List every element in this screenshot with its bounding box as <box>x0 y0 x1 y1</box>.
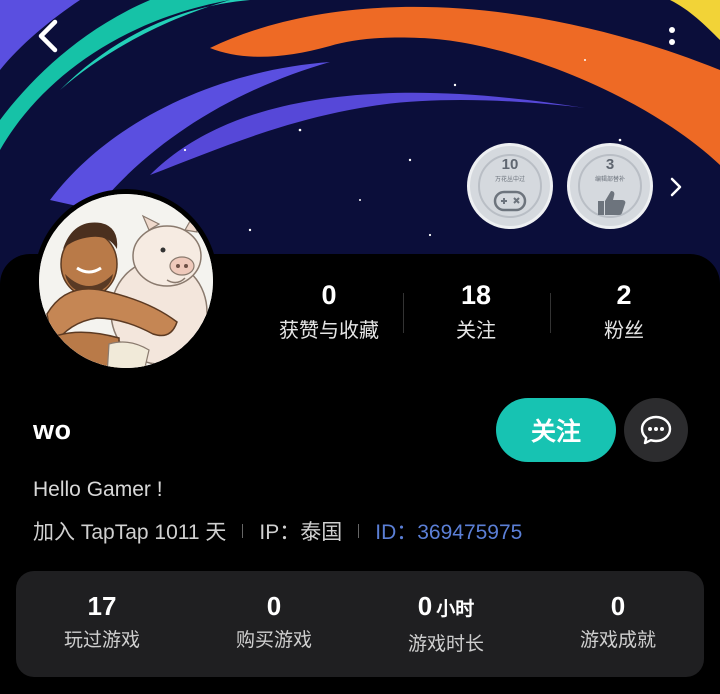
stat-label: 玩过游戏 <box>63 630 140 651</box>
username: wo <box>33 415 72 445</box>
chat-bubble-icon <box>640 415 672 445</box>
chevron-right-icon <box>670 177 682 197</box>
avatar-illustration-icon <box>39 194 213 368</box>
divider <box>242 524 244 538</box>
stat-label: 获赞与收藏 <box>279 320 379 342</box>
message-button[interactable] <box>624 398 688 462</box>
stat-achievements[interactable]: 0 游戏成就 <box>532 589 704 652</box>
follow-button[interactable]: 关注 <box>496 398 616 462</box>
user-id[interactable]: ID：369475975 <box>375 516 522 546</box>
bio-text: Hello Gamer ! <box>33 478 163 501</box>
stat-label: 游戏成就 <box>579 630 656 651</box>
badge-count: 3 <box>605 156 615 173</box>
stat-label: 关注 <box>456 320 496 342</box>
profile-meta: 加入 TapTap 1011 天 IP：泰国 ID：369475975 <box>33 516 522 546</box>
stat-games-bought[interactable]: 0 购买游戏 <box>188 589 360 652</box>
stat-value: 0 <box>417 591 433 621</box>
join-duration: 加入 TapTap 1011 天 <box>33 521 227 544</box>
thumbs-up-icon <box>598 191 626 215</box>
stat-games-played[interactable]: 17 玩过游戏 <box>16 589 188 652</box>
stat-value: 0 <box>610 591 626 621</box>
badge-label: 万花丛中过 <box>494 177 525 183</box>
stat-play-time[interactable]: 0 小时 游戏时长 <box>360 589 532 656</box>
back-button[interactable] <box>26 14 70 58</box>
stat-label: 粉丝 <box>604 320 644 342</box>
game-stats-panel: 17 玩过游戏 0 购买游戏 0 小时 游戏时长 0 游戏成就 <box>16 571 704 677</box>
chevron-left-icon <box>38 19 58 53</box>
vertical-dots-icon <box>669 27 675 45</box>
badge-label: 编辑部替补 <box>594 177 625 183</box>
avatar[interactable] <box>34 189 218 373</box>
stat-value: 0 <box>321 280 337 310</box>
stat-label: 购买游戏 <box>235 630 312 651</box>
badge-editor[interactable]: 3 编辑部替补 <box>567 143 653 229</box>
stat-value: 17 <box>87 591 117 621</box>
badge-wanhua[interactable]: 10 万花丛中过 <box>467 143 553 229</box>
ip-location: IP：泰国 <box>259 521 343 544</box>
badge-count: 10 <box>501 156 519 173</box>
stat-followers[interactable]: 2 粉丝 <box>549 278 699 343</box>
more-options-button[interactable] <box>652 16 692 56</box>
stat-likes[interactable]: 0 获赞与收藏 <box>254 278 404 343</box>
stat-value: 0 <box>266 591 282 621</box>
badges-more-button[interactable] <box>662 170 690 204</box>
divider <box>358 524 360 538</box>
stat-value: 18 <box>460 280 492 310</box>
stat-following[interactable]: 18 关注 <box>401 278 551 343</box>
gamepad-icon <box>493 190 527 212</box>
stat-unit: 小时 <box>436 599 475 620</box>
stat-value: 2 <box>616 280 632 310</box>
stat-label: 游戏时长 <box>407 634 484 655</box>
